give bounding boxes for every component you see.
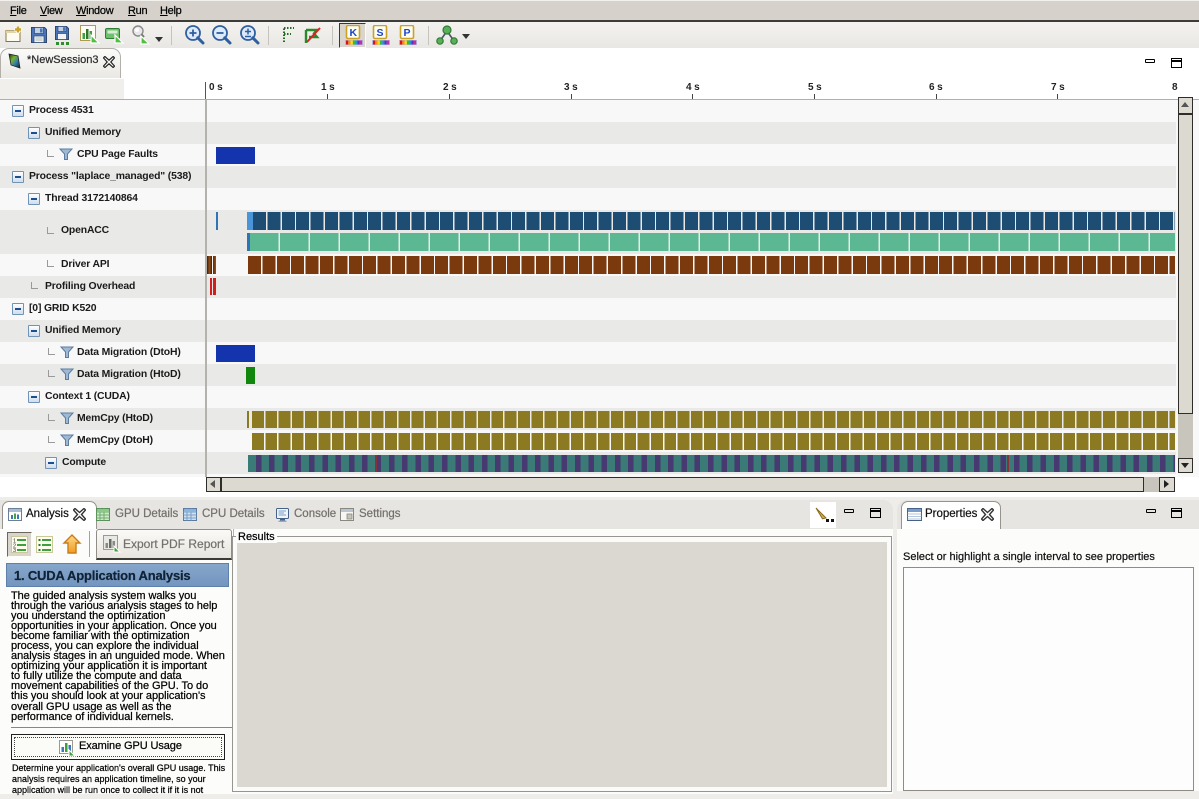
svg-text:P: P bbox=[404, 27, 411, 39]
svg-text:K: K bbox=[350, 27, 358, 39]
svg-text:S: S bbox=[377, 27, 384, 39]
svg-text:3: 3 bbox=[13, 548, 16, 553]
